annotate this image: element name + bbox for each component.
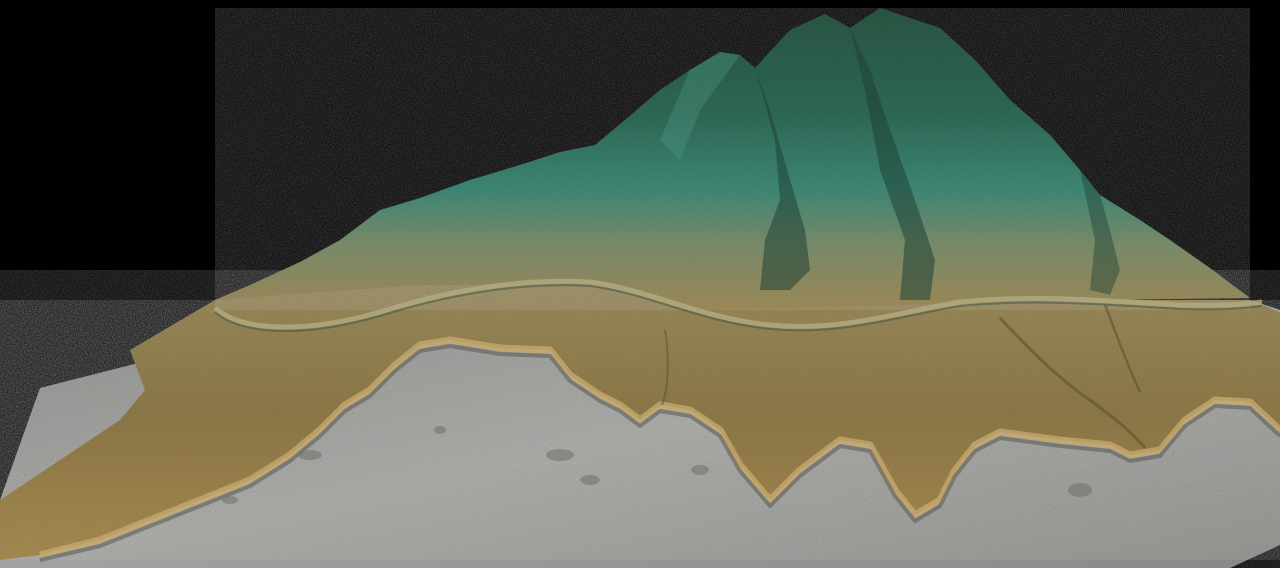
terrain-viewport[interactable] [0,0,1280,568]
terrain-3d-render [0,8,1280,568]
